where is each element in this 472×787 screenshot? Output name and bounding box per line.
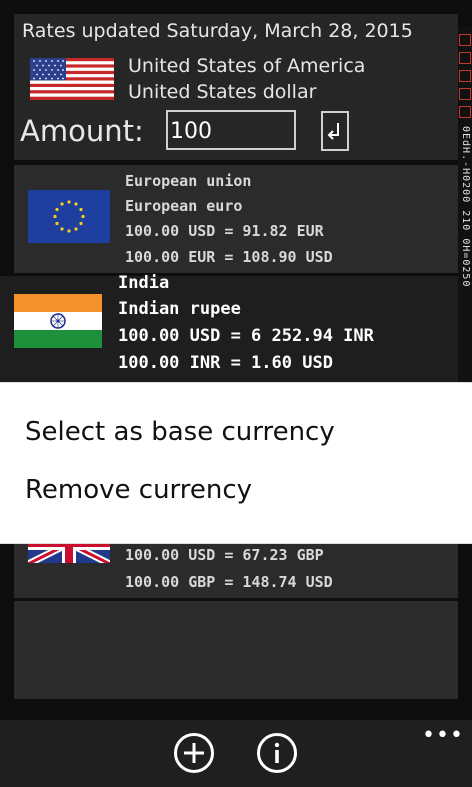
rate-from: 100.00 EUR = 108.90 USD bbox=[125, 248, 333, 266]
eu-flag-icon bbox=[28, 190, 110, 243]
enter-button[interactable] bbox=[321, 111, 349, 151]
amount-input[interactable]: 100 bbox=[166, 110, 296, 150]
select-base-currency-menu-item[interactable]: Select as base currency bbox=[25, 417, 335, 447]
context-menu: Select as base currency Remove currency bbox=[0, 383, 472, 543]
add-icon bbox=[184, 743, 204, 763]
info-icon bbox=[274, 742, 280, 763]
app-bar bbox=[0, 720, 472, 787]
us-flag-icon bbox=[30, 58, 114, 100]
base-country-name: United States of America bbox=[128, 55, 366, 77]
side-strip-text: 0EdH.-H0200 210 0H=0250 bbox=[460, 126, 471, 288]
info-button[interactable] bbox=[257, 733, 297, 773]
rate-from: 100.00 GBP = 148.74 USD bbox=[125, 573, 333, 591]
base-currency-name: United States dollar bbox=[128, 81, 317, 103]
rates-updated-text: Rates updated Saturday, March 28, 2015 bbox=[22, 20, 413, 42]
rate-to: 100.00 USD = 6 252.94 INR bbox=[118, 326, 374, 346]
rate-from: 100.00 INR = 1.60 USD bbox=[118, 353, 333, 373]
empty-card bbox=[14, 601, 458, 699]
rate-to: 100.00 USD = 67.23 GBP bbox=[125, 546, 324, 564]
uk-flag-icon bbox=[28, 543, 110, 563]
remove-currency-menu-item[interactable]: Remove currency bbox=[25, 475, 252, 505]
currency-country: European union bbox=[125, 172, 252, 190]
side-status-strip: 0EdH.-H0200 210 0H=0250 bbox=[458, 26, 472, 398]
india-flag-icon bbox=[14, 294, 102, 348]
currency-name: European euro bbox=[125, 197, 243, 215]
currency-country: India bbox=[118, 273, 170, 293]
more-options-button[interactable]: ••• bbox=[422, 723, 464, 748]
rate-to: 100.00 USD = 91.82 EUR bbox=[125, 222, 324, 240]
amount-label: Amount: bbox=[20, 114, 144, 148]
enter-icon bbox=[327, 123, 339, 140]
currency-name: Indian rupee bbox=[118, 299, 241, 319]
add-currency-button[interactable] bbox=[174, 733, 214, 773]
